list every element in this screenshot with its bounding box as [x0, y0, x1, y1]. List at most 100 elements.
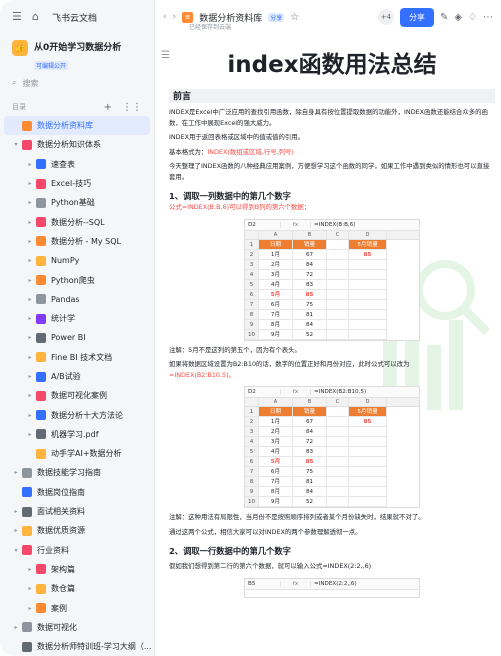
- expand-arrow-icon[interactable]: ▸: [12, 508, 20, 515]
- formula-text: 公式=INDEX(B:B,6)可以得到B列的第六个数据；: [169, 203, 311, 211]
- expand-arrow-icon[interactable]: ▸: [26, 392, 34, 399]
- expand-arrow-icon[interactable]: ▸: [26, 373, 34, 380]
- sidebar-item[interactable]: ▸ 机器学习.pdf: [0, 425, 154, 444]
- expand-arrow-icon[interactable]: ▸: [26, 296, 34, 303]
- sidebar-item[interactable]: ▸ Excel-技巧: [0, 174, 154, 193]
- sheet-row: 8 7月 81: [245, 477, 419, 487]
- sidebar-item[interactable]: ▸ A/B试验: [0, 367, 154, 386]
- edit-icon[interactable]: ✎: [440, 12, 448, 23]
- sheet-row: 6 5月 85: [245, 289, 419, 300]
- sidebar-item[interactable]: ▸ 数据技能学习指南: [0, 463, 154, 482]
- search-box[interactable]: ⌕ 搜索: [12, 74, 142, 92]
- sidebar-item-label: 数据技能学习指南: [37, 468, 101, 478]
- add-icon[interactable]: +: [104, 102, 112, 113]
- sidebar-item[interactable]: 数据分析资料库: [4, 116, 150, 136]
- row-number: 6: [245, 457, 259, 467]
- expand-arrow-icon[interactable]: ▸: [26, 354, 34, 361]
- expand-arrow-icon[interactable]: ▸: [26, 199, 34, 206]
- cell-reference: D2: [245, 389, 281, 395]
- star-icon[interactable]: ☆: [290, 12, 299, 23]
- ai-icon[interactable]: ◈: [454, 12, 462, 23]
- cell-empty: [327, 249, 349, 260]
- expand-arrow-icon[interactable]: ▸: [26, 238, 34, 245]
- expand-arrow-icon[interactable]: ▸: [26, 219, 34, 226]
- column-header: D: [349, 230, 387, 239]
- sidebar-item[interactable]: ▸ 数据可视化: [0, 618, 154, 637]
- expand-arrow-icon[interactable]: ▸: [26, 257, 34, 264]
- expand-arrow-icon[interactable]: ▸: [12, 624, 20, 631]
- expand-arrow-icon[interactable]: ▾: [12, 141, 20, 148]
- space-header[interactable]: 👍 从0开始学习数据分析 可编辑公开: [0, 34, 154, 70]
- cell-empty: [327, 407, 349, 417]
- sidebar-item[interactable]: ▸ 速查表: [0, 155, 154, 174]
- sidebar-item[interactable]: ▸ 案例: [0, 598, 154, 617]
- expand-arrow-icon[interactable]: ▸: [26, 431, 34, 438]
- expand-arrow-icon[interactable]: ▸: [26, 605, 34, 612]
- sidebar-item[interactable]: ▾ 数据分析知识体系: [0, 135, 154, 154]
- space-name: 从0开始学习数据分析: [34, 43, 122, 53]
- sidebar-item[interactable]: ▸ 数据分析--SQL: [0, 212, 154, 231]
- expand-arrow-icon[interactable]: ▾: [12, 547, 20, 554]
- paragraph: 假如我们想得到第二行的第六个数据，就可以输入公式=INDEX(2:2,,6): [169, 562, 372, 570]
- sidebar-item[interactable]: 数据分析师特训班-学习大纲（...: [0, 637, 154, 656]
- back-icon[interactable]: ‹: [163, 12, 167, 22]
- sidebar-item[interactable]: ▸ Pandas: [0, 290, 154, 309]
- expand-arrow-icon[interactable]: ▸: [26, 334, 34, 341]
- sidebar-item[interactable]: ▸ 架构篇: [0, 560, 154, 579]
- sidebar-item[interactable]: 动手学AI+数据分析: [0, 444, 154, 463]
- expand-arrow-icon[interactable]: ▸: [26, 566, 34, 573]
- share-button[interactable]: 分享: [399, 7, 434, 27]
- sidebar-toggle-icon[interactable]: ☰: [12, 11, 24, 23]
- sidebar-item[interactable]: ▸ 数仓篇: [0, 579, 154, 598]
- fx-label: fx: [281, 221, 311, 228]
- sidebar-item-label: NumPy: [51, 256, 80, 266]
- page-icon: [36, 217, 46, 228]
- sidebar-item[interactable]: ▸ NumPy: [0, 251, 154, 270]
- cell-sales: 75: [293, 467, 327, 477]
- sidebar-item[interactable]: ▸ 数据可视化案例: [0, 386, 154, 405]
- collaborators-count[interactable]: +4: [377, 9, 394, 25]
- cell-empty: [327, 319, 349, 330]
- cell-empty: [327, 299, 349, 310]
- sheet-row: 3 2月 84: [245, 427, 419, 437]
- sidebar-item[interactable]: ▸ Python爬虫: [0, 270, 154, 289]
- sheet-row: 8 7月 81: [245, 309, 419, 320]
- sidebar-item[interactable]: ▸ 统计学: [0, 309, 154, 328]
- directory-label: 目录: [12, 103, 26, 111]
- formula-bar: D2 fx =INDEX(B:B,6): [245, 219, 419, 231]
- expand-arrow-icon[interactable]: ▸: [26, 180, 34, 187]
- home-icon[interactable]: ⌂: [32, 11, 44, 23]
- sidebar-item-label: Excel-技巧: [51, 179, 92, 189]
- sidebar-item[interactable]: ▸ 数据优质资源: [0, 521, 154, 540]
- expand-arrow-icon[interactable]: ▸: [26, 315, 34, 322]
- more-options-icon[interactable]: ⋯: [483, 12, 493, 23]
- notification-icon[interactable]: ♢: [468, 12, 477, 23]
- sidebar-item[interactable]: ▸ Power BI: [0, 328, 154, 347]
- expand-arrow-icon[interactable]: ▸: [26, 161, 34, 168]
- page-icon: [22, 120, 32, 131]
- sidebar-item[interactable]: ▾ 行业资料: [0, 541, 154, 560]
- expand-arrow-icon[interactable]: ▸: [26, 277, 34, 284]
- sidebar-item[interactable]: ▸ 数据分析 - My SQL: [0, 232, 154, 251]
- expand-arrow-icon[interactable]: ▸: [26, 412, 34, 419]
- sidebar-item-label: 数据分析师特训班-学习大纲（...: [37, 642, 152, 652]
- row-number: 8: [245, 477, 259, 487]
- row-number: 7: [245, 299, 259, 310]
- expand-arrow-icon[interactable]: ▸: [12, 527, 20, 534]
- sidebar-item[interactable]: ▸ 面试相关资料: [0, 502, 154, 521]
- cell-empty: [327, 477, 349, 487]
- sidebar-item[interactable]: ▸ 数据分析十大方法论: [0, 405, 154, 424]
- page-icon: [22, 525, 32, 536]
- page-icon: [36, 332, 46, 343]
- sidebar-item[interactable]: ▸ Fine BI 技术文档: [0, 348, 154, 367]
- expand-arrow-icon[interactable]: ▸: [26, 585, 34, 592]
- page-title: index函数用法总结: [227, 52, 437, 78]
- sidebar-item[interactable]: ▸ Python基础: [0, 193, 154, 212]
- expand-arrow-icon[interactable]: ▸: [12, 469, 20, 476]
- cell-empty: [327, 487, 349, 497]
- sidebar-item[interactable]: 数据岗位指南: [0, 483, 154, 502]
- forward-icon[interactable]: ›: [173, 12, 177, 22]
- cell-date: 4月: [259, 279, 293, 290]
- page-icon: [22, 139, 32, 150]
- more-icon[interactable]: ⋮⋮: [122, 102, 142, 113]
